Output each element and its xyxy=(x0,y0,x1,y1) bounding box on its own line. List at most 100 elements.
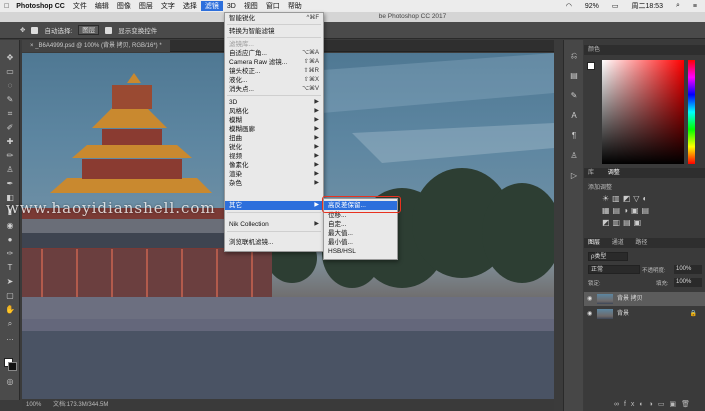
close-icon[interactable]: × xyxy=(30,43,34,49)
auto-select-checkbox[interactable] xyxy=(31,26,39,34)
menu-item-noise[interactable]: 杂色 ▶ xyxy=(225,179,323,188)
move-tool[interactable]: ✥ xyxy=(5,54,15,62)
dodge-tool[interactable]: ● xyxy=(5,236,15,244)
layer-kind-filter[interactable]: ρ类型 xyxy=(588,252,628,261)
menu-item-lens-correction[interactable]: 镜头校正... ⇧⌘R xyxy=(225,67,323,76)
tab-channels[interactable]: 通道 xyxy=(612,240,624,246)
search-icon[interactable]: ⌕ xyxy=(672,2,684,10)
zoom-tool[interactable]: ⌕ xyxy=(5,320,15,328)
healing-tool[interactable]: ✚ xyxy=(5,138,15,146)
menu-type[interactable]: 文字 xyxy=(157,1,179,11)
blur-tool[interactable]: ◉ xyxy=(5,222,15,230)
opacity-field[interactable]: 100% xyxy=(674,265,702,274)
document-tab[interactable]: × _B6A4999.psd @ 100% (背景 拷贝, RGB/16*) * xyxy=(22,40,170,52)
adjustment-icons-row2[interactable]: ▦▤◑▣▤ xyxy=(602,206,652,215)
tab-adjustments[interactable]: 调整 xyxy=(608,170,620,176)
eyedropper-tool[interactable]: ✐ xyxy=(5,124,15,132)
menu-item-3d[interactable]: 3D ▶ xyxy=(225,98,323,107)
paragraph-icon[interactable]: ¶ xyxy=(569,132,579,140)
type-tool[interactable]: T xyxy=(5,264,15,272)
menu-select[interactable]: 选择 xyxy=(179,1,201,11)
menu-item-smart-sharpen[interactable]: 智能锐化 ^⌘F xyxy=(225,14,323,23)
eye-icon[interactable]: ◉ xyxy=(587,307,592,321)
menu-item-custom[interactable]: 自定... xyxy=(324,220,397,229)
edit-toolbar-icon[interactable]: … xyxy=(5,334,15,342)
hue-slider[interactable] xyxy=(688,60,695,164)
clock[interactable]: 周二18:53 xyxy=(627,1,667,11)
path-select-tool[interactable]: ➤ xyxy=(5,278,15,286)
menu-item-other[interactable]: 其它 ▶ xyxy=(225,201,323,210)
zoom-level[interactable]: 100% xyxy=(26,402,41,408)
battery-icon[interactable]: ▭ xyxy=(608,2,623,10)
clone-source-icon[interactable]: ♙ xyxy=(569,152,579,160)
layer-row[interactable]: ◉ 背景 🔒 xyxy=(584,307,705,321)
menu-window[interactable]: 窗口 xyxy=(262,1,284,11)
quick-select-tool[interactable]: ✎ xyxy=(5,96,15,104)
menu-item-nik-collection[interactable]: Nik Collection ▶ xyxy=(225,220,323,229)
menu-help[interactable]: 帮助 xyxy=(284,1,306,11)
brush-preset-icon[interactable]: ✎ xyxy=(569,92,579,100)
marquee-tool[interactable]: ▭ xyxy=(5,68,15,76)
menu-item-distort[interactable]: 扭曲 ▶ xyxy=(225,134,323,143)
move-tool-icon[interactable]: ✥ xyxy=(20,26,25,34)
properties-icon[interactable]: ▤ xyxy=(569,72,579,80)
blend-mode-select[interactable]: 正常 xyxy=(588,265,640,274)
fill-field[interactable]: 100% xyxy=(674,278,702,287)
stamp-tool[interactable]: ♙ xyxy=(5,166,15,174)
color-panel-tab[interactable]: 颜色 xyxy=(584,45,705,55)
layer-row[interactable]: ◉ 背景 拷贝 xyxy=(584,292,705,306)
quick-mask-icon[interactable]: ◎ xyxy=(5,378,15,386)
menu-file[interactable]: 文件 xyxy=(69,1,91,11)
menu-edit[interactable]: 编辑 xyxy=(91,1,113,11)
actions-icon[interactable]: ▷ xyxy=(569,172,579,180)
adjustment-icons[interactable]: ☀▥◩▽◐ xyxy=(602,194,650,203)
auto-select-dropdown[interactable]: 图层 xyxy=(78,25,100,35)
menu-item-pixelate[interactable]: 像素化 ▶ xyxy=(225,161,323,170)
foreground-swatch[interactable] xyxy=(587,62,595,70)
pen-tool[interactable]: ✑ xyxy=(5,250,15,258)
menu-item-liquify[interactable]: 液化... ⇧⌘X xyxy=(225,76,323,85)
show-transform-checkbox[interactable] xyxy=(105,26,113,34)
menu-item-stylize[interactable]: 风格化 ▶ xyxy=(225,107,323,116)
history-icon[interactable]: ⎌ xyxy=(569,52,579,60)
background-color-swatch[interactable] xyxy=(8,362,17,371)
apple-icon[interactable]:  xyxy=(0,3,13,10)
menu-item-blur[interactable]: 模糊 ▶ xyxy=(225,116,323,125)
tab-layers[interactable]: 图层 xyxy=(588,240,600,246)
menu-item-camera-raw[interactable]: Camera Raw 滤镜... ⇧⌘A xyxy=(225,58,323,67)
menu-item-hsb-hsl[interactable]: HSB/HSL xyxy=(324,247,397,256)
wifi-icon[interactable]: ◠ xyxy=(562,2,576,10)
tab-paths[interactable]: 路径 xyxy=(635,240,647,246)
menu-item-vanishing-point[interactable]: 消失点... ⌥⌘V xyxy=(225,85,323,94)
menu-filter[interactable]: 滤镜 xyxy=(200,1,223,11)
status-area: ◠ 92% ▭ 周二18:53 ⌕ ≡ xyxy=(562,0,701,12)
tab-library[interactable]: 库 xyxy=(588,170,594,176)
menu-image[interactable]: 图像 xyxy=(113,1,135,11)
menu-item-video[interactable]: 视频 ▶ xyxy=(225,152,323,161)
color-picker-field[interactable] xyxy=(602,60,684,164)
menu-view[interactable]: 视图 xyxy=(240,1,262,11)
adjustment-icons-row3[interactable]: ◩▥▤▣ xyxy=(602,218,644,227)
menu-item-browse-online-filters[interactable]: 浏览联机滤镜... xyxy=(225,238,323,247)
menu-item-sharpen[interactable]: 锐化 ▶ xyxy=(225,143,323,152)
lasso-tool[interactable]: ◌ xyxy=(5,82,15,90)
app-menu[interactable]: Photoshop CC xyxy=(13,3,69,10)
menu-item-convert-smart-filter[interactable]: 转换为智能滤镜 xyxy=(225,27,323,36)
history-brush-tool[interactable]: ✒ xyxy=(5,180,15,188)
character-icon[interactable]: A xyxy=(569,112,579,120)
menu-item-adaptive-wide-angle[interactable]: 自适应广角... ⌥⌘A xyxy=(225,49,323,58)
menu-item-maximum[interactable]: 最大值... xyxy=(324,229,397,238)
brush-tool[interactable]: ✏ xyxy=(5,152,15,160)
layer-footer-icons[interactable]: ∞fx◐◑▭▣🗑 xyxy=(614,400,695,408)
menu-3d[interactable]: 3D xyxy=(223,3,240,10)
menu-item-render[interactable]: 渲染 ▶ xyxy=(225,170,323,179)
menu-list-icon[interactable]: ≡ xyxy=(689,3,701,10)
hand-tool[interactable]: ✋ xyxy=(5,306,15,314)
menu-item-blur-gallery[interactable]: 模糊画廊 ▶ xyxy=(225,125,323,134)
menu-item-minimum[interactable]: 最小值... xyxy=(324,238,397,247)
eye-icon[interactable]: ◉ xyxy=(587,292,592,306)
shape-tool[interactable]: ▢ xyxy=(5,292,15,300)
crop-tool[interactable]: ⌗ xyxy=(5,110,15,118)
menu-layer[interactable]: 图层 xyxy=(135,1,157,11)
doc-size[interactable]: 文档:173.3M/344.5M xyxy=(53,402,108,408)
